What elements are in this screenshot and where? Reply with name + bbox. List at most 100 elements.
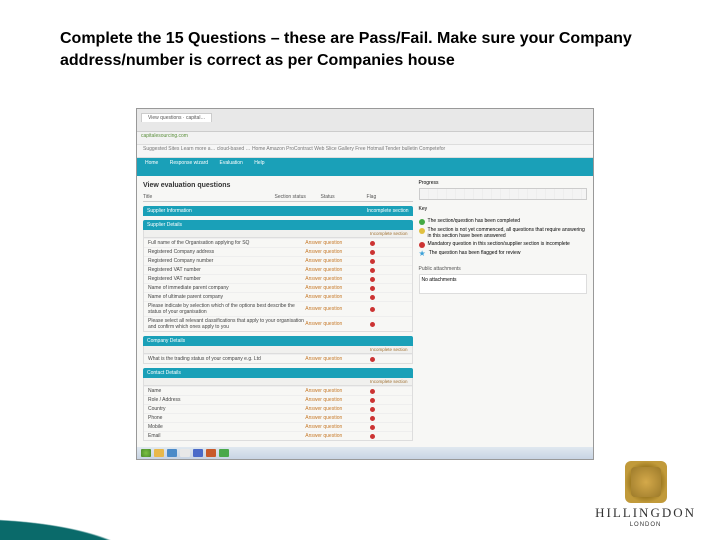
status-cell bbox=[360, 250, 384, 255]
col-status: Section status bbox=[274, 194, 320, 200]
dot-red-icon bbox=[370, 259, 375, 264]
question-row: Registered VAT numberAnswer question bbox=[144, 274, 412, 283]
key-text: The question has been flagged for review bbox=[429, 250, 521, 256]
col-status2: Status bbox=[321, 194, 367, 200]
dot-red-icon bbox=[370, 398, 375, 403]
question-text: Name of immediate parent company bbox=[148, 285, 305, 291]
status-cell bbox=[360, 259, 384, 264]
swoosh-graphic bbox=[0, 480, 420, 540]
crest-icon bbox=[625, 461, 667, 503]
section-header: Company Details bbox=[143, 336, 413, 346]
section-rows: NameAnswer questionRole / AddressAnswer … bbox=[143, 386, 413, 441]
section-header: Supplier InformationIncomplete section bbox=[143, 206, 413, 216]
question-row: What is the trading status of your compa… bbox=[144, 354, 412, 363]
slide-heading: Complete the 15 Questions – these are Pa… bbox=[60, 28, 660, 71]
question-text: Registered Company number bbox=[148, 258, 305, 264]
question-row: Name of ultimate parent companyAnswer qu… bbox=[144, 292, 412, 301]
answer-link: Answer question bbox=[305, 276, 360, 282]
dot-red-icon bbox=[370, 286, 375, 291]
hillingdon-logo: HILLINGDON LONDON bbox=[595, 461, 696, 528]
nav-eval: Evaluation bbox=[219, 160, 242, 166]
dot-red-icon bbox=[370, 389, 375, 394]
question-row: Registered VAT numberAnswer question bbox=[144, 265, 412, 274]
section-status: Incomplete section bbox=[143, 378, 413, 386]
question-text: Name bbox=[148, 388, 305, 394]
answer-link: Answer question bbox=[305, 433, 360, 439]
section-status: Incomplete section bbox=[143, 346, 413, 354]
answer-link: Answer question bbox=[305, 321, 360, 327]
dot-red-icon bbox=[370, 357, 375, 362]
swoosh-graphic bbox=[0, 470, 390, 540]
question-text: Full name of the Organisation applying f… bbox=[148, 240, 305, 246]
answer-link: Answer question bbox=[305, 306, 360, 312]
dot-red-icon bbox=[370, 250, 375, 255]
answer-link: Answer question bbox=[305, 424, 360, 430]
slide-footer: HILLINGDON LONDON bbox=[0, 460, 720, 540]
answer-link: Answer question bbox=[305, 249, 360, 255]
question-row: Registered Company addressAnswer questio… bbox=[144, 247, 412, 256]
question-row: Registered Company numberAnswer question bbox=[144, 256, 412, 265]
answer-link: Answer question bbox=[305, 267, 360, 273]
start-icon bbox=[141, 449, 151, 457]
status-cell bbox=[360, 398, 384, 403]
browser-tab: View questions · capital… bbox=[141, 113, 212, 122]
logo-subtext: LONDON bbox=[595, 522, 696, 528]
attachments-label: Public attachments bbox=[419, 266, 587, 272]
status-cell bbox=[360, 416, 384, 421]
browser-chrome: View questions · capital… bbox=[137, 109, 593, 132]
panel-title: View evaluation questions bbox=[143, 182, 413, 189]
question-row: NameAnswer question bbox=[144, 386, 412, 395]
dot-red-icon bbox=[370, 434, 375, 439]
question-text: Please indicate by selection which of th… bbox=[148, 303, 305, 315]
taskbar-excel-icon bbox=[219, 449, 229, 457]
question-row: Please select all relevant classificatio… bbox=[144, 316, 412, 331]
answer-link: Answer question bbox=[305, 397, 360, 403]
question-text: Mobile bbox=[148, 424, 305, 430]
status-cell bbox=[360, 277, 384, 282]
dot-red-icon bbox=[370, 295, 375, 300]
dot-green-icon bbox=[419, 219, 425, 225]
status-cell bbox=[360, 357, 384, 362]
dot-red-icon bbox=[370, 268, 375, 273]
status-cell bbox=[360, 241, 384, 246]
taskbar-ppt-icon bbox=[206, 449, 216, 457]
app-nav: Home Response wizard Evaluation Help bbox=[137, 158, 593, 176]
key-label: Key bbox=[419, 206, 587, 212]
section-name: Supplier Details bbox=[147, 222, 182, 228]
table-header: Title Section status Status Flag bbox=[143, 193, 413, 202]
star-icon: ★ bbox=[419, 250, 426, 258]
section-rows: Full name of the Organisation applying f… bbox=[143, 238, 413, 332]
status-cell bbox=[360, 389, 384, 394]
answer-link: Answer question bbox=[305, 240, 360, 246]
progress-label: Progress bbox=[419, 180, 587, 186]
status-key: The section/question has been completed … bbox=[419, 218, 587, 258]
answer-link: Answer question bbox=[305, 285, 360, 291]
answer-link: Answer question bbox=[305, 294, 360, 300]
key-text: Mandatory question in this section/suppl… bbox=[428, 241, 570, 247]
key-text: The section is not yet commenced, all qu… bbox=[428, 227, 587, 239]
status-cell bbox=[360, 295, 384, 300]
question-row: EmailAnswer question bbox=[144, 431, 412, 440]
attachments-box: No attachments bbox=[419, 274, 587, 294]
dot-red-icon bbox=[370, 416, 375, 421]
question-text: Registered VAT number bbox=[148, 276, 305, 282]
url-text: capitalesourcing.com bbox=[141, 133, 188, 139]
taskbar-app-icon bbox=[167, 449, 177, 457]
question-row: Please indicate by selection which of th… bbox=[144, 301, 412, 316]
bookmarks-bar: Suggested Sites Learn more a… cloud-base… bbox=[137, 145, 593, 158]
status-cell bbox=[360, 407, 384, 412]
question-text: What is the trading status of your compa… bbox=[148, 356, 305, 362]
question-row: MobileAnswer question bbox=[144, 422, 412, 431]
col-flag: Flag bbox=[367, 194, 413, 200]
windows-taskbar bbox=[137, 447, 593, 459]
question-text: Registered VAT number bbox=[148, 267, 305, 273]
question-row: Role / AddressAnswer question bbox=[144, 395, 412, 404]
section-name: Supplier Information bbox=[147, 208, 192, 214]
status-cell bbox=[360, 322, 384, 327]
progress-panel: Progress Key The section/question has be… bbox=[419, 180, 587, 460]
question-row: PhoneAnswer question bbox=[144, 413, 412, 422]
section-rows: What is the trading status of your compa… bbox=[143, 354, 413, 364]
section-header: Contact Details bbox=[143, 368, 413, 378]
dot-red-icon bbox=[370, 322, 375, 327]
question-row: Name of immediate parent companyAnswer q… bbox=[144, 283, 412, 292]
